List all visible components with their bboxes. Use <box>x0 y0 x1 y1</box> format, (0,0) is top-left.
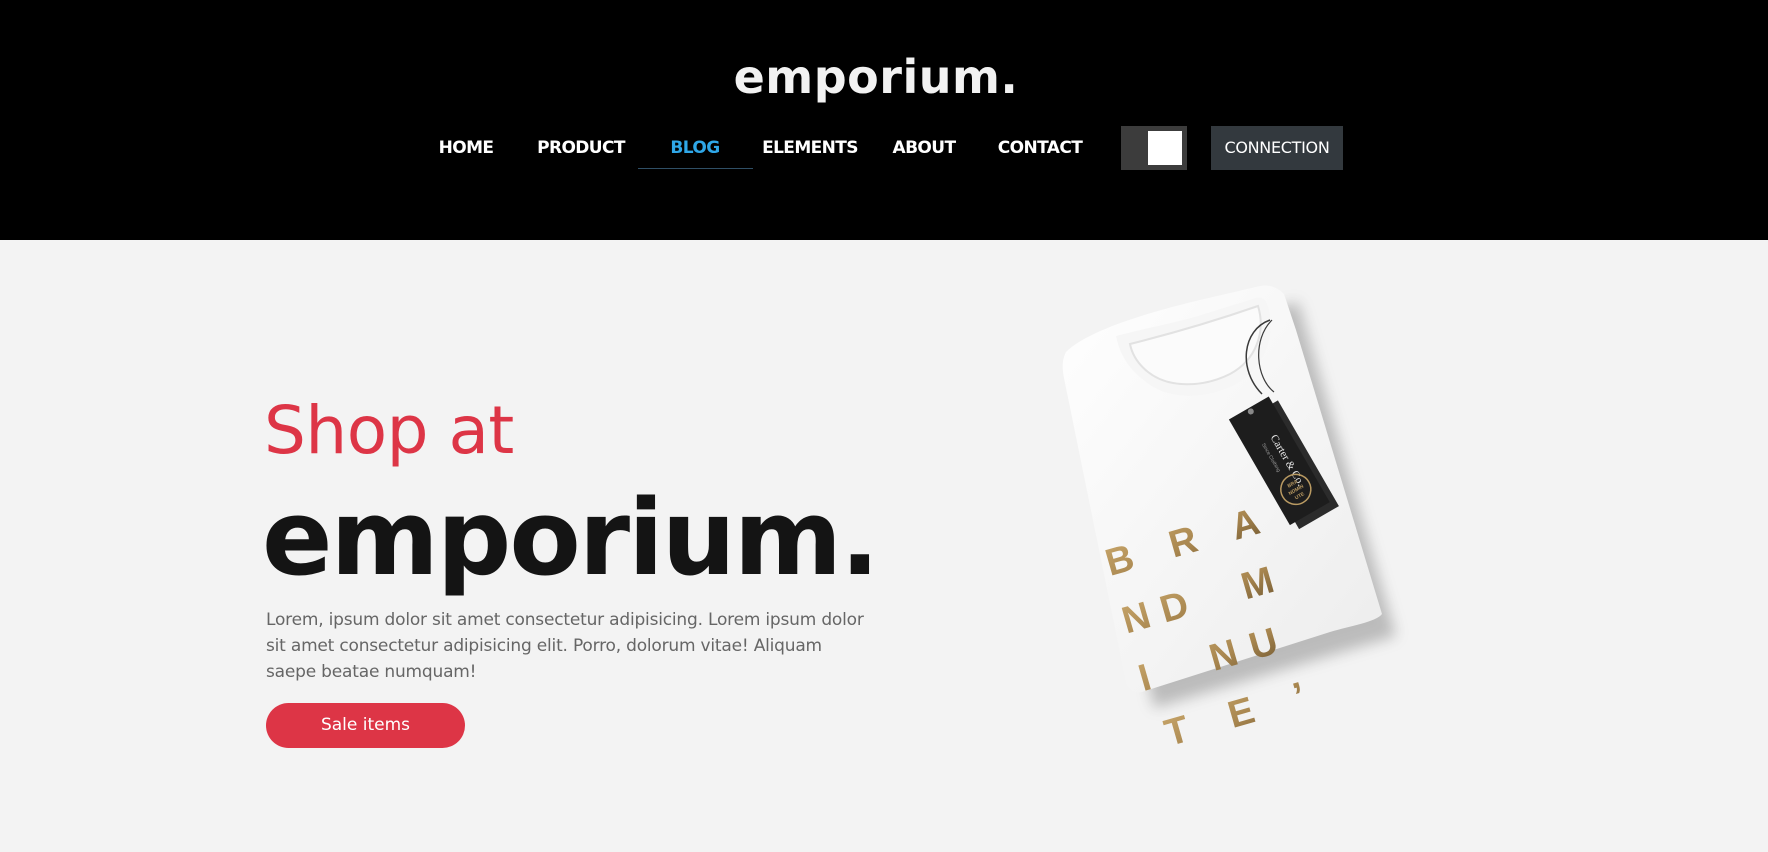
nav-item-home[interactable]: HOME <box>426 126 506 170</box>
connection-button[interactable]: CONNECTION <box>1211 126 1343 170</box>
nav-item-blog[interactable]: BLOG <box>656 126 734 170</box>
site-logo[interactable]: emporium. <box>0 54 1752 100</box>
nav-item-elements[interactable]: ELEMENTS <box>758 126 862 170</box>
theme-toggle-knob <box>1148 131 1182 165</box>
theme-toggle[interactable] <box>1121 126 1187 170</box>
tshirt-product-image: Carter & Co. Since Clothing BRA NDMIN UT… <box>1030 270 1590 830</box>
hero-description: Lorem, ipsum dolor sit amet consectetur … <box>266 610 864 682</box>
nav-active-underline <box>638 168 753 169</box>
nav-item-about[interactable]: ABOUT <box>884 126 964 170</box>
hero-title: emporium. <box>262 477 880 599</box>
nav-item-contact[interactable]: CONTACT <box>988 126 1092 170</box>
site-header: emporium. HOME PRODUCT BLOG ELEMENTS ABO… <box>0 0 1768 240</box>
sale-items-button[interactable]: Sale items <box>266 703 465 748</box>
nav-item-product[interactable]: PRODUCT <box>530 126 632 170</box>
hero-kicker: Shop at <box>264 392 514 469</box>
